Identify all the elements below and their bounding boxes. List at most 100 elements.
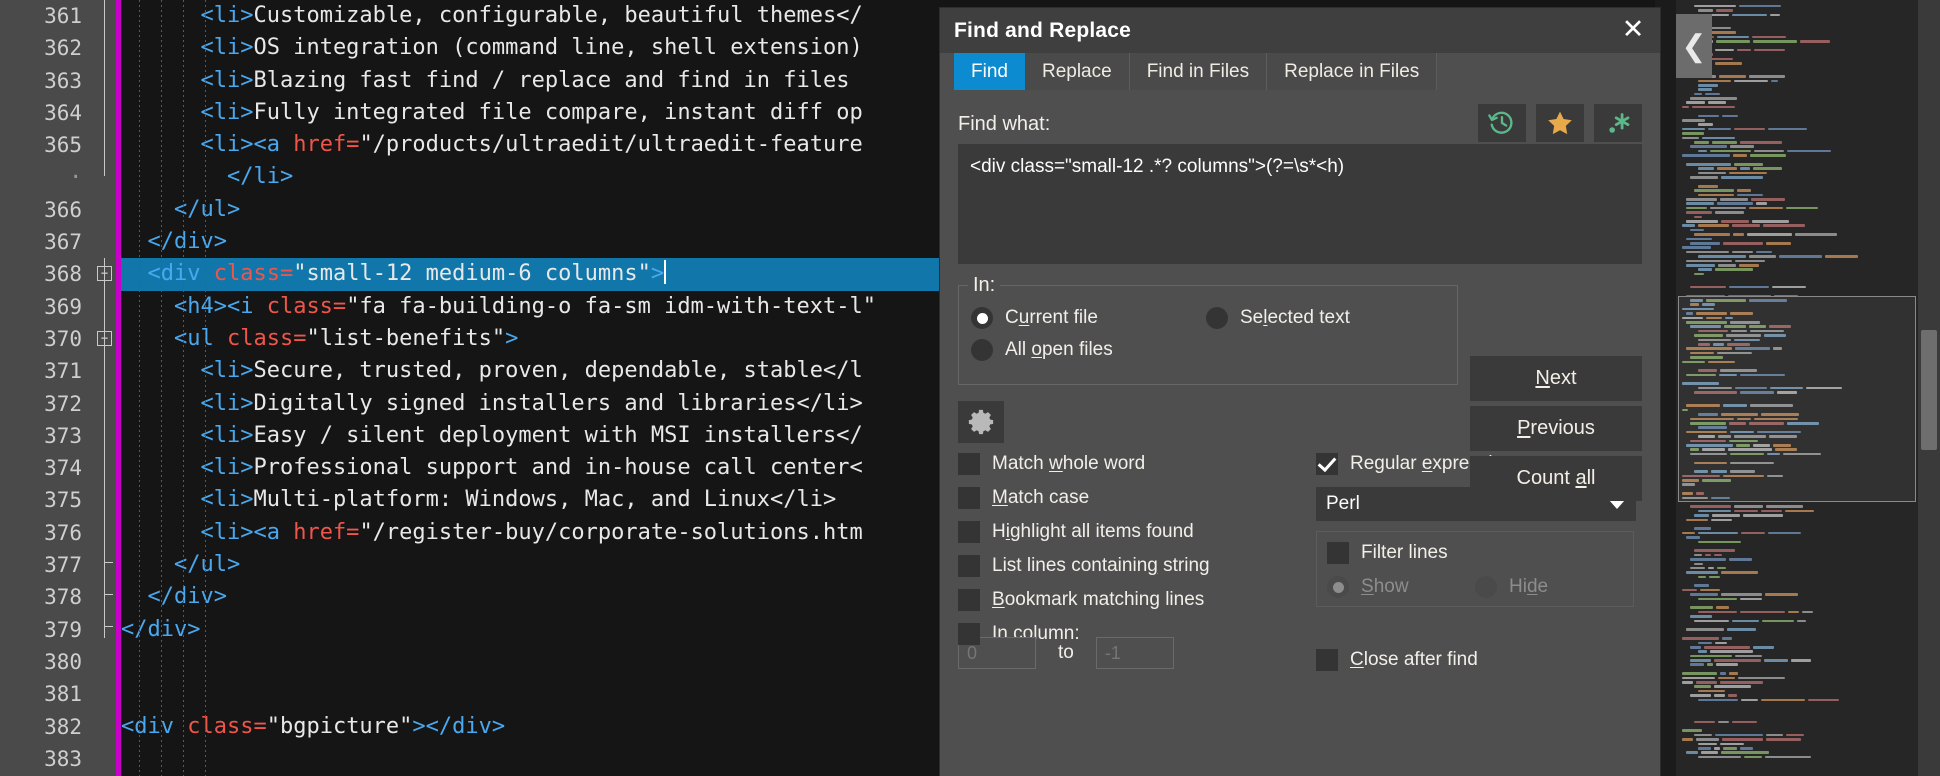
close-after-find-checkbox[interactable]: Close after find xyxy=(1316,649,1634,671)
line-number: 379 xyxy=(44,617,82,642)
minimap-token xyxy=(1698,742,1718,746)
minimap-token xyxy=(1686,198,1718,201)
minimap-token xyxy=(1686,536,1700,539)
checkbox-box xyxy=(958,623,980,645)
code-token: "/register-buy/corporate-solutions.htm xyxy=(359,519,863,545)
regex-icon[interactable] xyxy=(1594,104,1642,142)
dialog-title-bar[interactable]: Find and Replace ✕ xyxy=(940,8,1660,53)
minimap-token xyxy=(1690,606,1713,609)
code-token: <li><a xyxy=(200,519,294,545)
minimap-token xyxy=(1686,211,1712,214)
minimap-token xyxy=(1715,61,1742,65)
close-icon[interactable]: ✕ xyxy=(1616,12,1650,46)
radio-dot xyxy=(1475,576,1497,598)
code-token: ></div> xyxy=(412,713,506,739)
minimap-token xyxy=(1740,610,1785,614)
minimap-token xyxy=(1698,171,1726,175)
find-what-input[interactable] xyxy=(958,144,1642,264)
minimap-token xyxy=(1825,255,1858,258)
minimap-token xyxy=(1719,672,1727,675)
minimap-token xyxy=(1729,558,1752,561)
minimap-token xyxy=(1796,619,1806,623)
next-button[interactable]: Next xyxy=(1470,356,1642,401)
minimap-token xyxy=(1698,193,1735,197)
close-after-find-label: Close after find xyxy=(1350,649,1478,670)
column-to-input[interactable] xyxy=(1095,637,1174,669)
radio-current-file[interactable]: Current file xyxy=(971,307,1206,329)
code-token: <ul xyxy=(173,325,227,351)
tab-find-in-files[interactable]: Find in Files xyxy=(1129,53,1268,90)
minimap-token xyxy=(1749,206,1783,210)
minimap-token xyxy=(1785,509,1814,513)
code-token: > xyxy=(650,261,665,287)
filter-hide-radio[interactable]: Hide xyxy=(1475,576,1595,598)
minimap-token xyxy=(1750,198,1786,201)
filter-lines-checkbox[interactable]: Filter lines xyxy=(1327,542,1623,564)
code-token: "bgpicture" xyxy=(266,713,413,739)
minimap-token xyxy=(1704,553,1711,557)
checkbox-match-case[interactable]: Match case xyxy=(958,487,1304,509)
checkbox-list-lines-containing-string[interactable]: List lines containing string xyxy=(958,555,1304,577)
minimap-token xyxy=(1704,645,1750,649)
count-all-button[interactable]: Count all xyxy=(1470,456,1642,501)
minimap-token xyxy=(1698,167,1714,170)
line-number: 376 xyxy=(44,520,82,545)
previous-button[interactable]: Previous xyxy=(1470,406,1642,451)
code-token: <li><a xyxy=(200,132,294,158)
minimap-token xyxy=(1716,202,1753,206)
history-icon[interactable] xyxy=(1478,104,1526,142)
minimap-token xyxy=(1715,40,1751,43)
minimap-token xyxy=(1686,162,1731,166)
code-token: "/products/ultraedit/ultraedit-feature xyxy=(359,132,863,158)
gear-icon[interactable] xyxy=(958,401,1004,443)
vertical-scrollbar[interactable] xyxy=(1918,0,1940,776)
minimap-token xyxy=(1762,619,1794,623)
code-minimap[interactable]: ❮ xyxy=(1676,0,1918,776)
minimap-token xyxy=(1708,575,1721,579)
minimap-token xyxy=(1785,206,1818,210)
dialog-toolbar[interactable] xyxy=(1478,104,1642,142)
minimap-token xyxy=(1754,149,1784,153)
minimap-token xyxy=(1686,237,1712,241)
minimap-token xyxy=(1682,246,1711,249)
find-and-replace-dialog[interactable]: Find and Replace ✕ Find Replace Find in Fi… xyxy=(940,8,1660,776)
minimap-token xyxy=(1760,698,1806,702)
regex-engine-value: Perl xyxy=(1326,493,1360,514)
filter-show-radio[interactable]: Show xyxy=(1327,576,1475,598)
radio-selected-text[interactable]: Selected text xyxy=(1206,307,1441,329)
minimap-token xyxy=(1729,285,1769,289)
minimap-token xyxy=(1686,206,1708,210)
minimap-token xyxy=(1715,268,1753,271)
checkbox-bookmark-matching-lines[interactable]: Bookmark matching lines xyxy=(958,589,1304,611)
minimap-token xyxy=(1695,681,1717,684)
minimap-token xyxy=(1686,259,1732,263)
minimap-token xyxy=(1714,48,1735,52)
filter-lines-label: Filter lines xyxy=(1361,542,1448,563)
line-number: 377 xyxy=(44,553,82,578)
checkbox-match-whole-word[interactable]: Match whole word xyxy=(958,453,1304,475)
chevron-left-icon[interactable]: ❮ xyxy=(1676,14,1712,78)
minimap-token xyxy=(1752,167,1782,170)
code-folding-column[interactable]: −− xyxy=(94,0,116,776)
minimap-viewport[interactable] xyxy=(1678,296,1916,502)
scrollbar-thumb[interactable] xyxy=(1921,330,1937,450)
minimap-token xyxy=(1734,509,1759,513)
dialog-tab-bar[interactable]: Find Replace Find in Files Replace in Files xyxy=(954,53,1660,90)
tab-find[interactable]: Find xyxy=(954,53,1025,90)
minimap-token xyxy=(1694,619,1730,623)
radio-all-open-files[interactable]: All open files xyxy=(971,339,1206,361)
minimap-token xyxy=(1690,241,1720,245)
minimap-token xyxy=(1714,659,1761,662)
checkbox-highlight-all-items-found[interactable]: Highlight all items found xyxy=(958,521,1304,543)
minimap-token xyxy=(1768,531,1802,535)
tab-replace-in-files[interactable]: Replace in Files xyxy=(1267,53,1438,90)
minimap-token xyxy=(1761,509,1783,513)
fold-tick xyxy=(104,594,113,595)
line-number: 362 xyxy=(44,36,82,61)
minimap-token xyxy=(1740,167,1750,170)
fold-tick xyxy=(104,626,113,627)
minimap-token xyxy=(1698,689,1726,693)
tab-replace[interactable]: Replace xyxy=(1024,53,1130,90)
dialog-action-buttons[interactable]: Next Previous Count all xyxy=(1470,356,1642,506)
favorites-star-icon[interactable] xyxy=(1536,104,1584,142)
